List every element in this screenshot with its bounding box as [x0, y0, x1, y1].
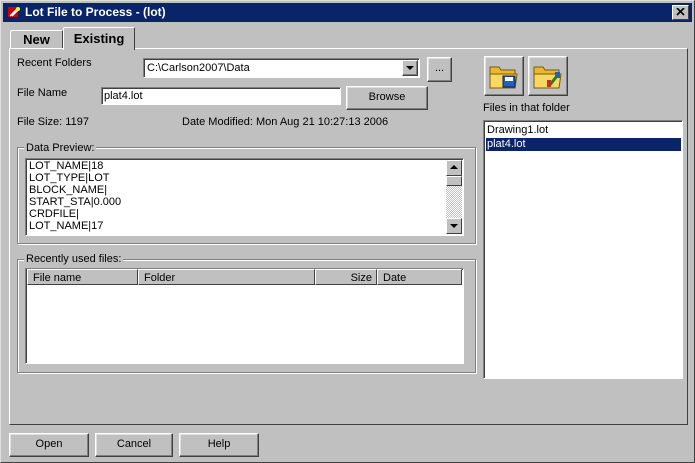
files-in-folder-label: Files in that folder [483, 102, 570, 114]
file-size-text: File Size: 1197 [17, 116, 89, 128]
folder-tools-button[interactable] [528, 56, 568, 96]
preview-line: LOT_NAME|17 [29, 220, 104, 232]
preview-line: LOT_TYPE|LOT [29, 172, 110, 184]
scroll-down-button[interactable] [446, 218, 462, 234]
file-name-label: File Name [17, 87, 68, 99]
tab-existing[interactable]: Existing [63, 27, 135, 50]
scroll-thumb[interactable] [446, 176, 462, 186]
close-icon [676, 8, 685, 16]
tab-new[interactable]: New [10, 30, 63, 49]
scroll-up-button[interactable] [446, 160, 462, 176]
list-item[interactable]: Drawing1.lot [486, 124, 681, 137]
file-name-value: plat4.lot [104, 90, 143, 102]
close-button[interactable] [672, 5, 689, 20]
dialog-window: Lot File to Process - (lot) New Existing… [0, 0, 695, 463]
chevron-down-icon [406, 66, 414, 70]
recent-files-title: Recently used files: [24, 253, 124, 265]
open-button[interactable]: Open [9, 433, 89, 457]
recent-files-list[interactable]: File name Folder Size Date [25, 268, 464, 364]
recent-folders-browse-button[interactable]: ... [427, 57, 452, 82]
file-name-input[interactable]: plat4.lot [101, 87, 341, 105]
date-modified-text: Date Modified: Mon Aug 21 10:27:13 2006 [182, 116, 389, 128]
column-header-date[interactable]: Date [377, 269, 462, 285]
recent-folders-dropdown-button[interactable] [402, 60, 418, 76]
preview-line: LOT_NAME|18 [29, 160, 104, 172]
open-folder-button[interactable] [484, 56, 524, 96]
window-title: Lot File to Process - (lot) [25, 5, 166, 19]
arrow-down-icon [450, 224, 458, 228]
preview-line: START_STA|0.000 [29, 196, 122, 208]
recent-folders-value: C:\Carlson2007\Data [147, 62, 250, 74]
folder-save-icon [489, 66, 518, 89]
tab-existing-label: Existing [73, 31, 125, 46]
folder-files-list[interactable]: Drawing1.lot plat4.lot [483, 120, 683, 379]
preview-line: CRDFILE| [29, 208, 79, 220]
column-header-size[interactable]: Size [315, 269, 377, 285]
browse-button[interactable]: Browse [346, 86, 428, 110]
data-preview-text[interactable]: LOT_NAME|18 LOT_TYPE|LOT BLOCK_NAME| STA… [25, 158, 464, 236]
list-item-selected[interactable]: plat4.lot [486, 138, 681, 151]
recent-folders-label: Recent Folders [17, 57, 92, 69]
folder-tools-icon [533, 66, 562, 89]
arrow-up-icon [450, 165, 458, 169]
preview-line: BLOCK_NAME| [29, 184, 108, 196]
tab-new-label: New [23, 32, 50, 47]
cancel-button[interactable]: Cancel [95, 433, 173, 457]
title-bar: Lot File to Process - (lot) [3, 3, 692, 22]
column-header-file-name[interactable]: File name [27, 269, 138, 285]
help-button[interactable]: Help [179, 433, 259, 457]
column-header-folder[interactable]: Folder [138, 269, 315, 285]
app-icon [8, 7, 20, 17]
data-preview-title: Data Preview: [24, 142, 97, 154]
recent-folders-select[interactable]: C:\Carlson2007\Data [143, 58, 420, 78]
preview-scrollbar[interactable] [446, 160, 462, 234]
